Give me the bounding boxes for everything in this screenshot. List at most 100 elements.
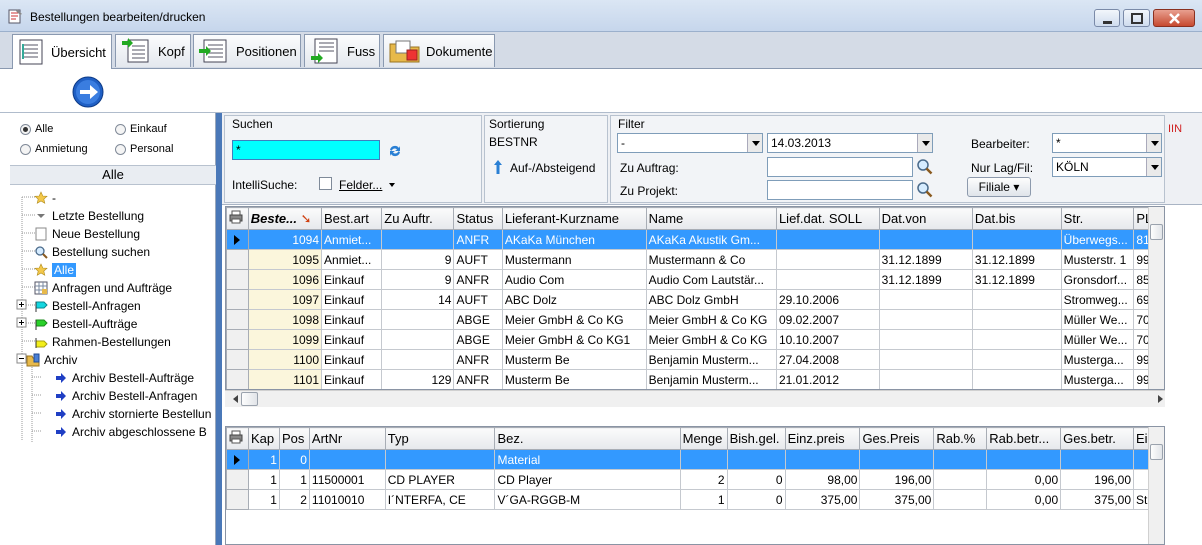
zu-auftrag-input[interactable] bbox=[767, 157, 913, 177]
positions-cell[interactable]: 11010010 bbox=[308, 489, 386, 510]
scroll-left-icon[interactable] bbox=[229, 395, 238, 403]
orders-cell[interactable]: Musterga... bbox=[1060, 349, 1135, 370]
orders-cell[interactable]: ANFR bbox=[453, 349, 503, 370]
tree-item-5[interactable]: Anfragen und Aufträge bbox=[34, 279, 172, 296]
radio-personal-circle[interactable] bbox=[115, 143, 126, 155]
table-row[interactable]: 1097 Einkauf 14 AUFT ABC Dolz ABC Dolz GmbH 29… bbox=[226, 289, 1164, 310]
positions-cell[interactable]: CD Player bbox=[494, 469, 681, 490]
orders-cell[interactable] bbox=[381, 309, 455, 330]
table-row[interactable]: 1 0 Material bbox=[226, 449, 1164, 470]
orders-cell[interactable]: ABGE bbox=[453, 309, 503, 330]
orders-cell[interactable]: Überwegs... bbox=[1060, 229, 1135, 250]
positions-col-header-7[interactable]: Einz.preis bbox=[784, 427, 861, 450]
positions-cell[interactable]: 2 bbox=[278, 489, 310, 510]
positions-cell[interactable]: 11500001 bbox=[308, 469, 386, 490]
table-row[interactable]: 1101 Einkauf 129 ANFR Musterm Be Benjamin Mus… bbox=[226, 369, 1164, 389]
orders-cell[interactable]: Benjamin Musterm... bbox=[645, 349, 777, 370]
positions-cell[interactable]: 2 bbox=[679, 469, 728, 490]
orders-col-header-0[interactable]: Beste... ➘ bbox=[247, 207, 323, 230]
orders-cell[interactable]: Musterga... bbox=[1060, 369, 1135, 389]
radio-einkauf[interactable]: Einkauf bbox=[115, 123, 167, 135]
tree-item-4[interactable]: Alle bbox=[34, 261, 77, 278]
positions-cell[interactable] bbox=[679, 449, 728, 470]
radio-personal[interactable]: Personal bbox=[115, 143, 173, 155]
positions-cell[interactable]: 98,00 bbox=[784, 469, 861, 490]
tree-item-10[interactable]: Archiv Bestell-Aufträge bbox=[54, 369, 194, 386]
orders-cell[interactable] bbox=[971, 309, 1062, 330]
table-row[interactable]: 1 1 11500001 CD PLAYER CD Player 2 0 98,00 196,0… bbox=[226, 469, 1164, 490]
orders-cell[interactable]: Einkauf bbox=[321, 349, 383, 370]
positions-cell[interactable]: 375,00 bbox=[859, 489, 935, 510]
orders-cell[interactable] bbox=[878, 349, 973, 370]
positions-cell[interactable]: 1 bbox=[679, 489, 728, 510]
positions-col-header-3[interactable]: Typ bbox=[384, 427, 496, 450]
row-indicator[interactable] bbox=[226, 489, 249, 510]
positions-col-header-4[interactable]: Bez. bbox=[494, 427, 681, 450]
orders-hscroll[interactable] bbox=[225, 390, 1165, 407]
table-row[interactable]: 1099 Einkauf ABGE Meier GmbH & Co KG1 Meier … bbox=[226, 329, 1164, 350]
orders-cell[interactable]: ANFR bbox=[453, 229, 503, 250]
orders-cell[interactable]: Einkauf bbox=[321, 329, 383, 350]
intellisearch-checkbox[interactable] bbox=[319, 177, 332, 190]
zu-projekt-input[interactable] bbox=[767, 180, 913, 200]
positions-cell[interactable]: 0 bbox=[726, 469, 786, 490]
search-input[interactable]: * bbox=[232, 140, 380, 160]
orders-cell[interactable] bbox=[878, 329, 973, 350]
orders-cell[interactable]: Einkauf bbox=[321, 269, 383, 290]
orders-cell[interactable]: 14 bbox=[381, 289, 455, 310]
orders-cell[interactable]: Musterm Be bbox=[501, 349, 647, 370]
sort-toggle-button[interactable]: Auf-/Absteigend bbox=[510, 161, 595, 175]
orders-col-header-8[interactable]: Dat.bis bbox=[971, 207, 1062, 230]
positions-cell[interactable] bbox=[859, 449, 935, 470]
positions-col-header-10[interactable]: Rab.betr... bbox=[986, 427, 1062, 450]
positions-col-header-8[interactable]: Ges.Preis bbox=[859, 427, 935, 450]
orders-cell[interactable] bbox=[971, 229, 1062, 250]
row-indicator[interactable] bbox=[226, 249, 249, 270]
orders-cell[interactable] bbox=[775, 229, 880, 250]
orders-cell[interactable]: 1098 bbox=[247, 309, 323, 330]
orders-cell[interactable] bbox=[381, 229, 455, 250]
radio-anmietung-circle[interactable] bbox=[20, 143, 31, 155]
orders-cell[interactable]: Benjamin Musterm... bbox=[645, 369, 777, 389]
orders-col-header-1[interactable]: Best.art bbox=[321, 207, 383, 230]
orders-cell[interactable]: ANFR bbox=[453, 269, 503, 290]
row-indicator[interactable] bbox=[226, 349, 249, 370]
positions-col-header-0[interactable]: Kap bbox=[247, 427, 280, 450]
tree-item-8[interactable]: Rahmen-Bestellungen bbox=[34, 333, 171, 350]
orders-cell[interactable] bbox=[381, 329, 455, 350]
positions-vscroll-thumb[interactable] bbox=[1150, 444, 1163, 460]
orders-cell[interactable]: Einkauf bbox=[321, 309, 383, 330]
row-indicator[interactable] bbox=[226, 229, 249, 250]
refresh-icon[interactable] bbox=[387, 143, 403, 159]
orders-cell[interactable]: Mustermann & Co bbox=[645, 249, 777, 270]
tab-positionen[interactable]: Positionen bbox=[193, 34, 301, 67]
positions-cell[interactable] bbox=[308, 449, 386, 470]
tree-item-3[interactable]: Bestellung suchen bbox=[34, 243, 150, 260]
tab-uebersicht[interactable]: Übersicht bbox=[12, 34, 112, 69]
positions-cell[interactable] bbox=[933, 469, 988, 490]
positions-cell[interactable] bbox=[726, 449, 786, 470]
orders-cell[interactable]: 1094 bbox=[247, 229, 323, 250]
orders-cell[interactable] bbox=[775, 249, 880, 270]
positions-cell[interactable] bbox=[933, 489, 988, 510]
tree-item-13[interactable]: Archiv abgeschlossene B bbox=[54, 423, 207, 440]
table-row[interactable]: 1098 Einkauf ABGE Meier GmbH & Co KG Meier G… bbox=[226, 309, 1164, 330]
orders-cell[interactable]: 31.12.1899 bbox=[878, 249, 973, 270]
table-row[interactable]: 1100 Einkauf ANFR Musterm Be Benjamin Muster… bbox=[226, 349, 1164, 370]
orders-cell[interactable]: ABGE bbox=[453, 329, 503, 350]
positions-col-header-9[interactable]: Rab.% bbox=[933, 427, 988, 450]
orders-cell[interactable]: 1101 bbox=[247, 369, 323, 389]
orders-cell[interactable]: ANFR bbox=[453, 369, 503, 389]
orders-cell[interactable]: 1095 bbox=[247, 249, 323, 270]
orders-cell[interactable]: Gronsdorf... bbox=[1060, 269, 1135, 290]
forward-arrow-button[interactable] bbox=[72, 76, 104, 108]
radio-alle[interactable]: Alle bbox=[20, 123, 53, 135]
positions-col-header-11[interactable]: Ges.betr. bbox=[1060, 427, 1134, 450]
orders-col-header-2[interactable]: Zu Auftr. bbox=[381, 207, 455, 230]
orders-cell[interactable]: 129 bbox=[381, 369, 455, 389]
orders-col-header-7[interactable]: Dat.von bbox=[878, 207, 973, 230]
tab-kopf[interactable]: Kopf bbox=[115, 34, 191, 67]
orders-cell[interactable]: Audio Com bbox=[501, 269, 647, 290]
positions-cell[interactable]: V´GA-RGGB-M bbox=[494, 489, 681, 510]
fields-dropdown[interactable]: Felder... bbox=[339, 178, 382, 192]
